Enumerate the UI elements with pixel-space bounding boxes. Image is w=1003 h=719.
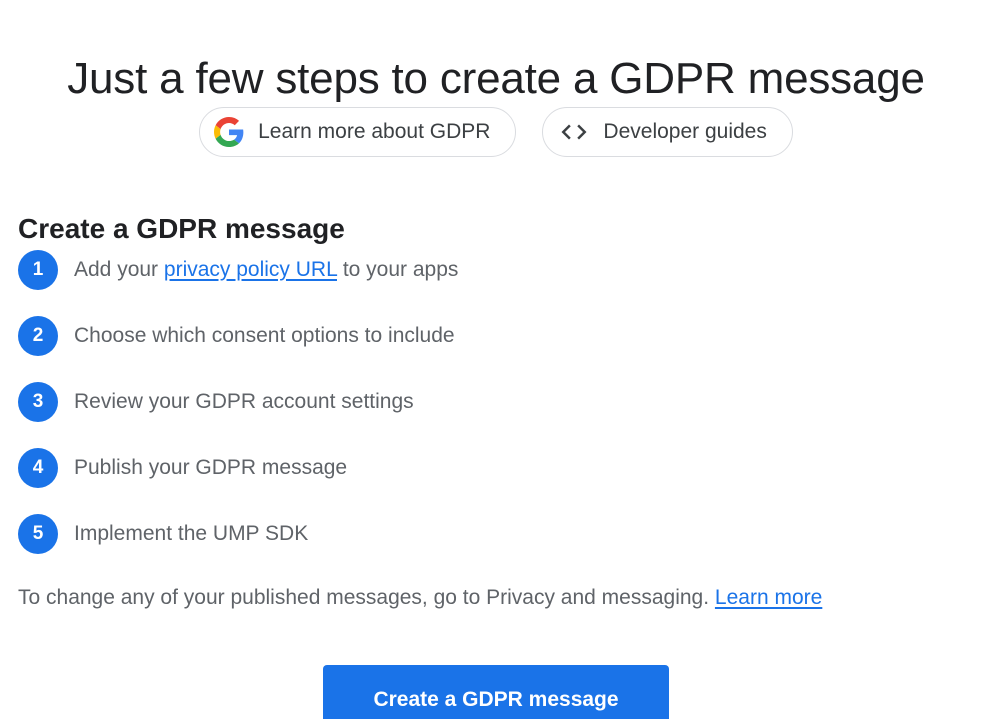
section-title: Create a GDPR message	[18, 213, 345, 245]
step-text: Implement the UMP SDK	[74, 522, 309, 545]
step-text: Add your privacy policy URL to your apps	[74, 258, 458, 282]
step-item: 2 Choose which consent options to includ…	[18, 316, 458, 356]
developer-guides-button[interactable]: Developer guides	[542, 107, 793, 157]
privacy-policy-url-link[interactable]: privacy policy URL	[164, 258, 337, 281]
step-text: Choose which consent options to include	[74, 324, 455, 347]
code-icon	[558, 116, 590, 148]
learn-more-label: Learn more about GDPR	[258, 120, 491, 143]
step-text-suffix: to your apps	[337, 258, 459, 281]
learn-more-about-gdpr-button[interactable]: Learn more about GDPR	[199, 107, 517, 157]
step-number-badge: 4	[18, 448, 58, 488]
step-item: 5 Implement the UMP SDK	[18, 514, 458, 554]
step-number-badge: 1	[18, 250, 58, 290]
step-item: 3 Review your GDPR account settings	[18, 382, 458, 422]
footer-note-text: To change any of your published messages…	[18, 586, 715, 609]
footer-note: To change any of your published messages…	[18, 584, 822, 612]
page-title: Just a few steps to create a GDPR messag…	[67, 54, 925, 104]
create-gdpr-message-button[interactable]: Create a GDPR message	[323, 665, 669, 719]
step-number-badge: 2	[18, 316, 58, 356]
developer-guides-label: Developer guides	[603, 120, 767, 143]
steps-list: 1 Add your privacy policy URL to your ap…	[18, 250, 458, 580]
learn-more-link[interactable]: Learn more	[715, 586, 822, 609]
step-text: Publish your GDPR message	[74, 456, 348, 479]
step-text-prefix: Add your	[74, 258, 164, 281]
step-item: 1 Add your privacy policy URL to your ap…	[18, 250, 458, 290]
step-text: Review your GDPR account settings	[74, 390, 414, 413]
chip-row: Learn more about GDPR Developer guides	[0, 107, 992, 157]
step-number-badge: 3	[18, 382, 58, 422]
google-g-icon	[213, 116, 245, 148]
step-number-badge: 5	[18, 514, 58, 554]
step-item: 4 Publish your GDPR message	[18, 448, 458, 488]
